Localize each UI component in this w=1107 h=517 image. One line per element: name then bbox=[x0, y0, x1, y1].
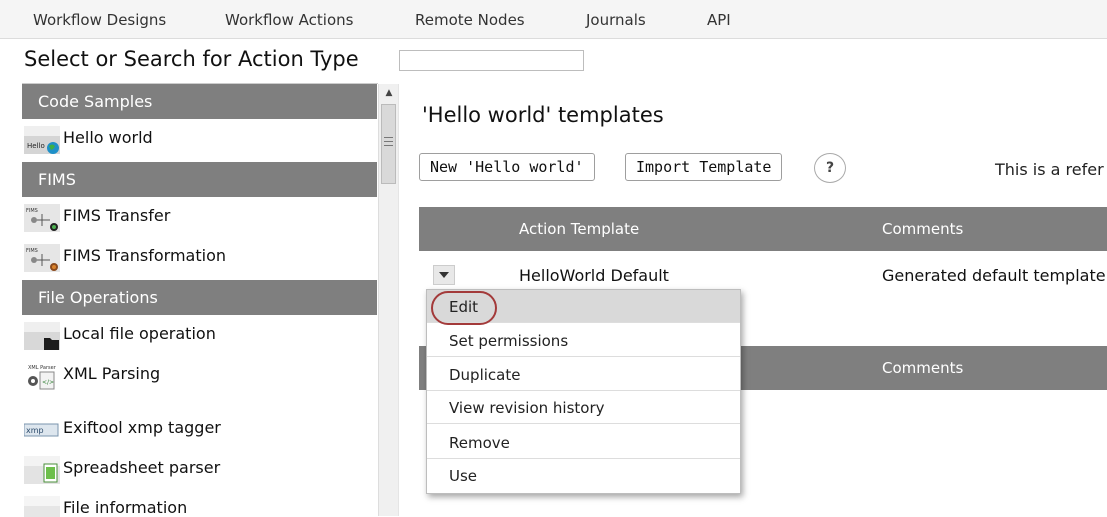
nav-api[interactable]: API bbox=[707, 11, 731, 29]
fims-transfer-icon: FIMS bbox=[24, 204, 60, 232]
action-label: XML Parsing bbox=[63, 364, 161, 383]
action-item-fims-transformation[interactable]: FIMS FIMS Transformation bbox=[22, 238, 377, 274]
local-file-operation-icon bbox=[24, 322, 60, 350]
action-item-local-file-operation[interactable]: Local file operation bbox=[22, 316, 377, 352]
menu-item-duplicate[interactable]: Duplicate bbox=[427, 358, 740, 391]
xml-parsing-icon: XML Parser </> bbox=[24, 362, 60, 390]
menu-item-view-revision-history[interactable]: View revision history bbox=[427, 391, 740, 424]
nav-workflow-actions[interactable]: Workflow Actions bbox=[225, 11, 353, 29]
template-context-menu: Edit Set permissions Duplicate View revi… bbox=[426, 289, 741, 494]
action-item-spreadsheet-parser[interactable]: Spreadsheet parser bbox=[22, 450, 377, 486]
action-item-xml-parsing[interactable]: XML Parser </> XML Parsing bbox=[22, 356, 377, 392]
action-label: Exiftool xmp tagger bbox=[63, 418, 221, 437]
category-fims[interactable]: FIMS bbox=[22, 162, 377, 197]
scroll-up-arrow-icon[interactable]: ▲ bbox=[379, 84, 399, 102]
hello-world-icon: Hello bbox=[24, 126, 60, 154]
menu-item-use[interactable]: Use bbox=[427, 459, 740, 492]
fims-thumb-text: FIMS bbox=[26, 248, 38, 254]
xmp-thumb-text: xmp bbox=[26, 426, 44, 435]
action-label: FIMS Transfer bbox=[63, 206, 171, 225]
action-label: FIMS Transformation bbox=[63, 246, 227, 265]
category-code-samples[interactable]: Code Samples bbox=[22, 84, 377, 119]
menu-item-edit[interactable]: Edit bbox=[427, 290, 740, 325]
new-hello-world-button[interactable]: New 'Hello world' bbox=[419, 153, 595, 181]
action-item-exiftool-xmp-tagger[interactable]: xmp Exiftool xmp tagger bbox=[22, 410, 377, 446]
action-label: Spreadsheet parser bbox=[63, 458, 221, 477]
action-item-fims-transfer[interactable]: FIMS FIMS Transfer bbox=[22, 198, 377, 234]
scroll-grip-icon bbox=[384, 137, 393, 146]
nav-journals[interactable]: Journals bbox=[586, 11, 646, 29]
menu-item-set-permissions[interactable]: Set permissions bbox=[427, 324, 740, 357]
menu-item-label: Set permissions bbox=[449, 332, 569, 350]
action-label: Hello world bbox=[63, 128, 153, 147]
action-label: Local file operation bbox=[63, 324, 216, 343]
xml-thumb-text: XML Parser bbox=[28, 365, 57, 371]
action-item-hello-world[interactable]: Hello Hello world bbox=[22, 120, 377, 156]
action-type-search-input[interactable] bbox=[399, 50, 584, 71]
category-file-operations[interactable]: File Operations bbox=[22, 280, 377, 315]
row-menu-toggle-icon[interactable] bbox=[433, 265, 455, 285]
templates-table-header: Action Template Comments bbox=[419, 207, 1107, 251]
nav-workflow-designs[interactable]: Workflow Designs bbox=[33, 11, 166, 29]
menu-item-label: View revision history bbox=[449, 399, 605, 417]
action-type-list: Code Samples Hello Hello world FIMS FIMS… bbox=[22, 83, 378, 517]
action-item-file-information[interactable]: File information bbox=[22, 490, 377, 517]
hello-thumb-text: Hello bbox=[27, 142, 45, 150]
column-header-action-template: Action Template bbox=[519, 220, 640, 238]
fims-thumb-text: FIMS bbox=[26, 208, 38, 214]
exiftool-xmp-icon: xmp bbox=[24, 416, 60, 444]
column-header-comments: Comments bbox=[882, 359, 964, 377]
menu-item-label: Remove bbox=[449, 434, 510, 452]
action-label: File information bbox=[63, 498, 188, 517]
fims-transformation-icon: FIMS bbox=[24, 244, 60, 272]
scroll-thumb[interactable] bbox=[381, 104, 396, 184]
reference-text: This is a refer bbox=[995, 160, 1104, 179]
file-information-icon bbox=[24, 496, 60, 517]
column-header-comments: Comments bbox=[882, 220, 964, 238]
select-action-type-label: Select or Search for Action Type bbox=[24, 47, 359, 71]
top-navigation: Workflow Designs Workflow Actions Remote… bbox=[0, 0, 1107, 39]
panel-divider bbox=[398, 84, 399, 516]
nav-remote-nodes[interactable]: Remote Nodes bbox=[415, 11, 525, 29]
menu-item-label: Edit bbox=[449, 298, 479, 316]
menu-item-label: Duplicate bbox=[449, 366, 521, 384]
spreadsheet-parser-icon bbox=[24, 456, 60, 484]
table-row-template-name[interactable]: HelloWorld Default bbox=[519, 266, 669, 285]
menu-item-label: Use bbox=[449, 467, 478, 485]
page-title: 'Hello world' templates bbox=[422, 103, 664, 127]
table-row-comment: Generated default template bbox=[882, 266, 1106, 285]
import-template-button[interactable]: Import Template bbox=[625, 153, 783, 181]
menu-item-remove[interactable]: Remove bbox=[427, 426, 740, 459]
svg-text:</>: </> bbox=[42, 379, 54, 386]
help-icon[interactable]: ? bbox=[814, 153, 846, 183]
action-list-scrollbar[interactable]: ▲ bbox=[378, 84, 399, 516]
